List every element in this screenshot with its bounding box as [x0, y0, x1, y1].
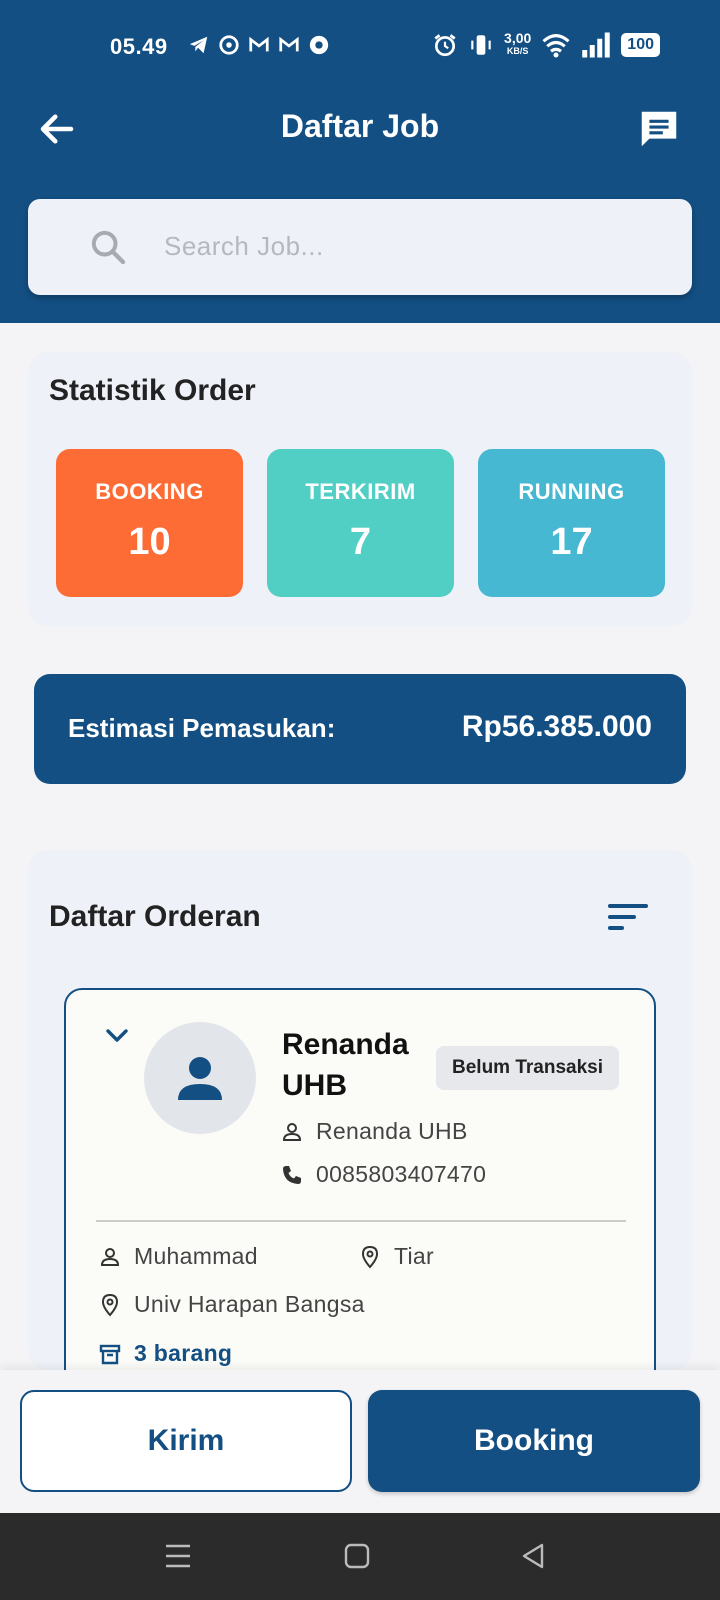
sort-icon[interactable]: [608, 902, 648, 932]
search-bar: [28, 199, 692, 295]
stat-value: 7: [349, 521, 372, 563]
football-icon: [308, 34, 330, 56]
status-badge: Belum Transaksi: [436, 1046, 620, 1090]
alarm-icon: [434, 34, 456, 57]
stat-label: TERKIRIM: [305, 479, 416, 504]
stat-label: BOOKING: [95, 479, 204, 504]
orders-title: Daftar Orderan: [49, 900, 261, 933]
contact-name: Renanda UHB: [316, 1118, 468, 1144]
customer-name: Renanda UHB: [282, 1028, 409, 1102]
destination-row: Tiar: [358, 1243, 434, 1270]
system-nav-bar: [0, 1513, 720, 1600]
status-bar: 05.49 3,00 KB/S 100: [0, 30, 720, 66]
divider: [96, 1220, 626, 1222]
phone-number: 0085803407470: [316, 1161, 487, 1187]
home-icon[interactable]: [342, 1541, 372, 1571]
items-count: 3 barang: [134, 1340, 233, 1366]
location-pin-icon: [101, 1293, 119, 1317]
search-input[interactable]: [164, 223, 644, 269]
gmail-icon: [278, 34, 300, 56]
stat-running[interactable]: RUNNING 17: [478, 449, 665, 597]
box-icon: [99, 1344, 121, 1364]
stat-terkirim[interactable]: TERKIRIM 7: [267, 449, 454, 597]
income-label: Estimasi Pemasukan:: [68, 713, 336, 743]
gmail-icon: [248, 34, 270, 56]
phone-icon: [283, 1165, 301, 1184]
network-speed: 3,00 KB/S: [504, 30, 532, 58]
signal-icon: [582, 32, 611, 58]
telegram-icon: [188, 34, 210, 56]
stat-booking[interactable]: BOOKING 10: [56, 449, 243, 597]
driver-row: Muhammad: [98, 1243, 258, 1270]
contact-row: Renanda UHB: [280, 1118, 468, 1145]
chevron-down-icon[interactable]: [104, 1026, 130, 1046]
wifi-icon: [542, 34, 570, 58]
vibrate-icon: [471, 35, 491, 55]
phone-row: 0085803407470: [280, 1161, 486, 1188]
address-row: Univ Harapan Bangsa: [98, 1291, 365, 1318]
avatar: [144, 1022, 256, 1134]
stat-label: RUNNING: [518, 479, 625, 504]
location-pin-icon: [361, 1245, 379, 1269]
chat-icon[interactable]: [636, 106, 682, 152]
person-icon: [178, 1057, 222, 1100]
back-icon[interactable]: [518, 1541, 548, 1571]
menu-icon[interactable]: [163, 1541, 193, 1571]
income-value: Rp56.385.000: [461, 710, 652, 743]
top-app-bar: Daftar Job: [0, 100, 720, 160]
location-icon: [218, 34, 240, 56]
status-right-icons: 3,00 KB/S 100: [432, 30, 660, 58]
person-outline-icon: [282, 1122, 302, 1141]
order-stats-card: Statistik Order BOOKING 10 TERKIRIM 7 RU…: [28, 352, 692, 626]
stat-value: 17: [550, 521, 593, 563]
search-icon: [91, 230, 126, 265]
person-outline-icon: [100, 1247, 120, 1266]
stat-value: 10: [128, 521, 171, 563]
notification-icons: [188, 34, 330, 56]
driver-name: Muhammad: [134, 1243, 258, 1269]
address-text: Univ Harapan Bangsa: [134, 1291, 365, 1317]
booking-button[interactable]: Booking: [368, 1390, 700, 1492]
status-time: 05.49: [110, 34, 168, 59]
page-title: Daftar Job: [280, 108, 440, 144]
speed-unit: KB/S: [506, 46, 529, 56]
speed-value: 3,00: [504, 30, 532, 46]
send-button[interactable]: Kirim: [20, 1390, 352, 1492]
income-estimate-banner: Estimasi Pemasukan: Rp56.385.000: [34, 674, 686, 784]
order-card[interactable]: Renanda UHB Belum Transaksi Renanda UHB …: [64, 988, 656, 1388]
destination-name: Tiar: [394, 1243, 434, 1269]
battery-indicator: 100: [621, 33, 660, 57]
items-row: 3 barang: [98, 1340, 232, 1367]
stats-title: Statistik Order: [49, 374, 256, 407]
